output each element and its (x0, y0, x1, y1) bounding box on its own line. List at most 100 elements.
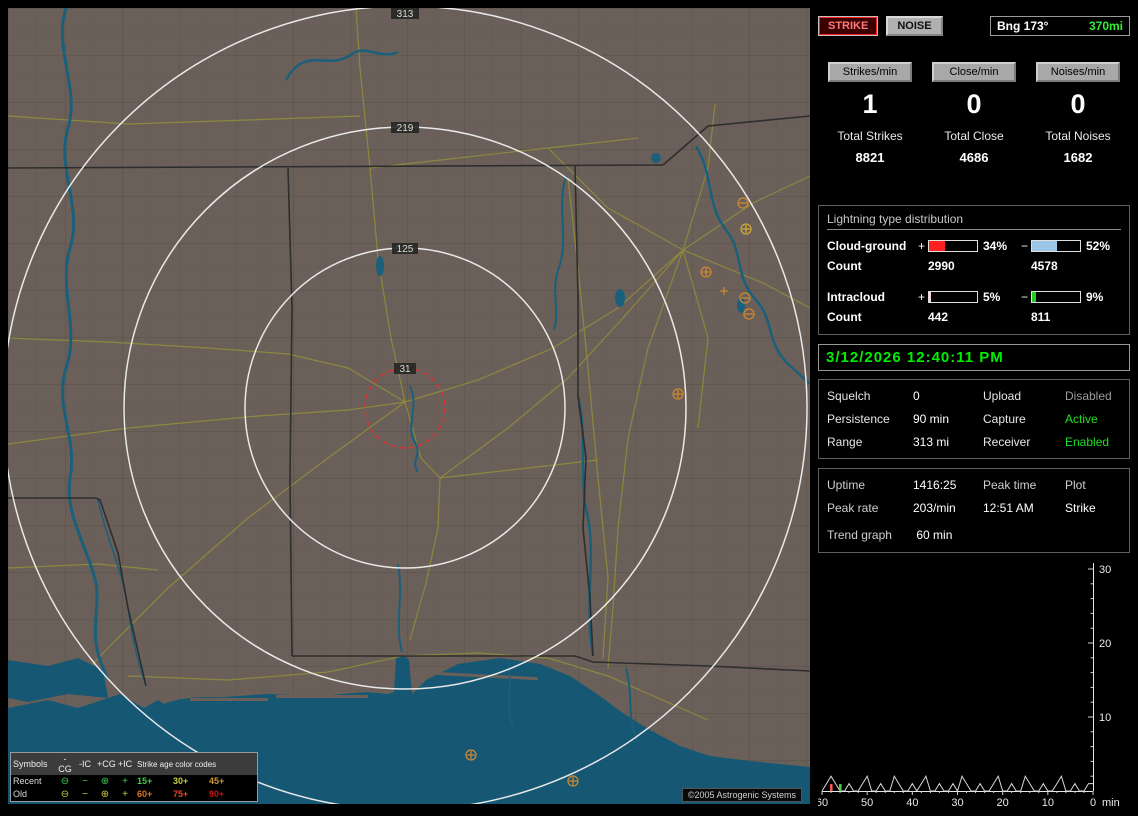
close-per-min-button[interactable]: Close/min (932, 62, 1016, 82)
close-column: Close/min 0 Total Close 4686 (922, 62, 1026, 165)
strike-marker-cg-pos (700, 266, 712, 278)
copyright-text: ©2005 Astrogenic Systems (681, 788, 802, 802)
ic-neg-bar (1031, 291, 1081, 303)
legend-age-title: Strike age color codes (137, 759, 217, 769)
right-panel: STRIKE NOISE Bng 173° 370mi Strikes/min … (816, 8, 1130, 809)
cloud-ground-label: Cloud-ground (827, 239, 907, 253)
ic-pos-count: 442 (928, 310, 949, 324)
rate-counters: Strikes/min 1 Total Strikes 8821 Close/m… (818, 62, 1130, 165)
legend-header: Symbols -CG -IC +CG +IC Strike age color… (11, 753, 257, 775)
minus-sign: − (1020, 239, 1028, 253)
total-strikes-label: Total Strikes (837, 129, 903, 143)
map-area: 313 219 125 31 Symbols -CG -IC +CG +IC S… (8, 8, 810, 804)
strike-marker-cg-pos (567, 775, 579, 787)
capture-label: Capture (983, 412, 1026, 426)
peak-time-value: 12:51 AM (983, 501, 1034, 515)
noises-per-min-button[interactable]: Noises/min (1036, 62, 1120, 82)
svg-text:50: 50 (861, 797, 873, 809)
intracloud-label: Intracloud (827, 290, 886, 304)
app-window: 313 219 125 31 Symbols -CG -IC +CG +IC S… (0, 0, 1138, 812)
capture-status: Active (1065, 412, 1098, 426)
age-15: 15+ (137, 776, 153, 786)
ic-pos-bar-fill (929, 292, 932, 302)
legend-old-label: Old (13, 789, 28, 799)
trend-chart-svg: 10 20 30 60 50 40 30 20 10 0 min (816, 563, 1120, 809)
squelch-value: 0 (913, 389, 920, 403)
legend-col-cg-neg: -CG (58, 754, 72, 774)
peak-rate-value: 203/min (913, 501, 956, 515)
total-noises-label: Total Noises (1045, 129, 1111, 143)
cg-neg-count: 4578 (1031, 259, 1058, 273)
strike-marker-cg-pos (465, 749, 477, 761)
trend-graph-row: Trend graph 60 min (827, 528, 1121, 542)
uptime-label: Uptime (827, 478, 866, 492)
svg-text:min: min (1102, 797, 1120, 809)
noise-mode-button[interactable]: NOISE (886, 16, 943, 36)
minus-sign: − (1020, 290, 1028, 304)
total-strikes-value: 8821 (855, 150, 885, 165)
ic-pos-pct: 5% (983, 290, 1001, 304)
ic-count-label: Count (827, 310, 862, 324)
age-45: 45+ (209, 776, 225, 786)
trend-graph-value: 60 min (916, 528, 953, 542)
ic-neg-bar-fill (1032, 292, 1037, 302)
bearing-range-value: 370mi (1088, 19, 1123, 33)
svg-text:30: 30 (951, 797, 963, 809)
ring-label-219: 219 (397, 123, 414, 134)
cg-count-label: Count (827, 259, 862, 273)
plot-value: Strike (1065, 501, 1096, 515)
total-noises-value: 1682 (1063, 150, 1093, 165)
receiver-status: Enabled (1065, 435, 1110, 449)
cg-pos-bar (928, 240, 978, 252)
bearing-value: Bng 173° (997, 19, 1049, 33)
svg-text:40: 40 (906, 797, 918, 809)
legend-row-old: Old ⊖ − ⊕ + 60+ 75+ 90+ (11, 788, 257, 801)
age-75: 75+ (173, 789, 189, 799)
bearing-display: Bng 173° 370mi (990, 16, 1130, 36)
cg-pos-count: 2990 (928, 259, 955, 273)
legend-symbols-title: Symbols (13, 759, 48, 769)
ic-neg-count: 811 (1031, 310, 1051, 324)
upload-status: Disabled (1065, 389, 1112, 403)
range-label: Range (827, 435, 863, 449)
peak-time-label: Peak time (983, 478, 1037, 492)
cg-neg-old-icon: ⊖ (60, 789, 70, 800)
plus-sign: + (917, 239, 925, 253)
strike-marker-cg-pos (672, 388, 684, 400)
persistence-value: 90 min (913, 412, 950, 426)
settings-panel: Squelch 0 Upload Disabled Persistence 90… (818, 379, 1130, 459)
strike-marker-cg-pos (740, 223, 752, 235)
cg-pos-old-icon: ⊕ (100, 789, 110, 800)
upload-label: Upload (983, 389, 1022, 403)
svg-text:10: 10 (1099, 712, 1111, 724)
mode-toolbar: STRIKE NOISE Bng 173° 370mi (818, 14, 1130, 38)
legend-col-cg-pos: +CG (97, 759, 116, 769)
persistence-label: Persistence (827, 412, 890, 426)
distribution-title: Lightning type distribution (827, 212, 1121, 230)
peak-rate-label: Peak rate (827, 501, 879, 515)
ic-neg-recent-icon: − (82, 776, 88, 787)
strike-mode-button[interactable]: STRIKE (818, 16, 879, 36)
svg-text:10: 10 (1042, 797, 1054, 809)
session-stats: Uptime 1416:25 Peak time Plot Peak rate … (818, 468, 1130, 553)
range-value: 313 mi (913, 435, 950, 449)
cg-neg-pct: 52% (1086, 239, 1111, 253)
cg-neg-recent-icon: ⊖ (60, 776, 70, 787)
ic-neg-old-icon: − (82, 789, 88, 800)
total-close-value: 4686 (959, 150, 989, 165)
squelch-label: Squelch (827, 389, 871, 403)
svg-text:30: 30 (1099, 564, 1111, 576)
strikes-per-min-button[interactable]: Strikes/min (828, 62, 912, 82)
strikes-per-min-value: 1 (862, 89, 878, 119)
ring-label-31: 31 (399, 364, 411, 375)
receiver-label: Receiver (983, 435, 1031, 449)
trend-chart: 10 20 30 60 50 40 30 20 10 0 min (816, 555, 1130, 816)
ring-label-313: 313 (397, 9, 414, 20)
ic-pos-old-icon: + (122, 789, 128, 800)
plus-sign: + (917, 290, 925, 304)
map-svg: 313 219 125 31 (8, 8, 810, 804)
legend-col-ic-neg: -IC (79, 759, 91, 769)
cg-pos-pct: 34% (983, 239, 1008, 253)
cg-neg-bar (1031, 240, 1081, 252)
svg-text:60: 60 (818, 797, 828, 809)
